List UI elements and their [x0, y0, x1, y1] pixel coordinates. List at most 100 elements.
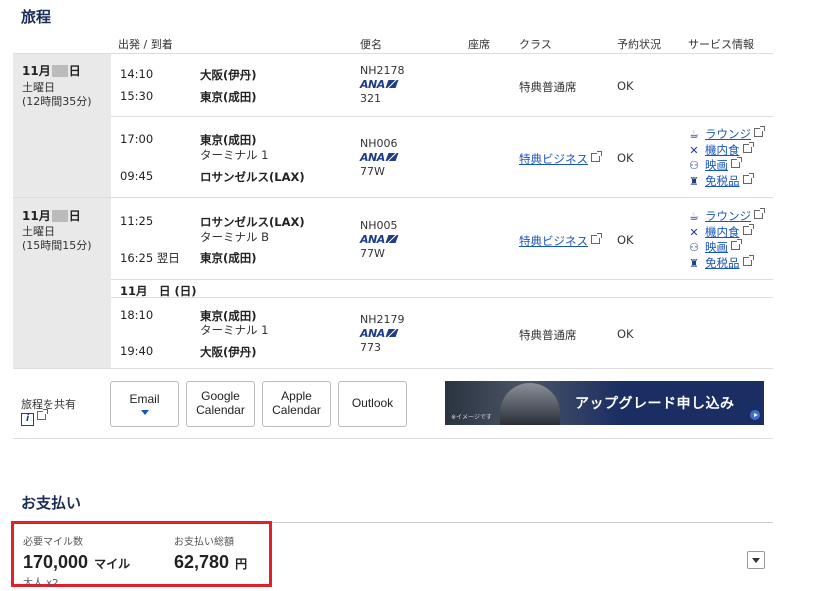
- header-flight: 便名: [360, 38, 382, 51]
- date-block-day1: 11月日 土曜日 (12時間35分): [13, 54, 111, 197]
- arr-time: 15:30: [120, 89, 154, 103]
- passenger-count: 大人 x2: [23, 578, 59, 589]
- arr-place: ロサンゼルス(LAX): [200, 170, 305, 184]
- header-status: 予約状況: [617, 38, 661, 51]
- banner-note: ※イメージです: [451, 414, 492, 421]
- date-day-suffix: 日: [68, 209, 81, 223]
- dep-terminal: ターミナル 1: [200, 323, 269, 337]
- banner-text: アップグレード申し込み: [575, 396, 735, 412]
- lounge-icon: ☕: [689, 210, 699, 223]
- aircraft-type: 773: [360, 341, 381, 354]
- payment-expand-button[interactable]: [747, 551, 765, 569]
- upgrade-banner[interactable]: ※イメージです アップグレード申し込み: [445, 381, 764, 425]
- dep-place: 東京(成田): [200, 133, 257, 147]
- arr-time: 19:40: [120, 344, 154, 358]
- date-month: 11月: [22, 64, 51, 78]
- flight-number: NH006: [360, 137, 398, 150]
- google-calendar-button[interactable]: Google Calendar: [186, 381, 255, 427]
- status-label: OK: [617, 151, 634, 165]
- service-meal-link[interactable]: ✕ 機内食: [688, 142, 754, 158]
- header-class: クラス: [519, 38, 552, 51]
- header-seat: 座席: [468, 38, 490, 51]
- dep-terminal: ターミナル B: [200, 230, 270, 244]
- airline-logo-icon: ANA: [360, 327, 399, 340]
- external-link-icon: [754, 208, 765, 219]
- duration: (15時間15分): [22, 239, 92, 252]
- total-amount: 62,780 円: [174, 552, 248, 572]
- cutlery-icon: ✕: [689, 144, 699, 157]
- service-movie-link[interactable]: ⚇ 映画: [688, 239, 742, 255]
- cutlery-icon: ✕: [689, 226, 699, 239]
- bottle-icon: ♜: [689, 175, 699, 188]
- arr-time: 16:25 翌日: [120, 251, 180, 265]
- bottle-icon: ♜: [689, 257, 699, 270]
- dep-time: 11:25: [120, 214, 154, 228]
- aircraft-type: 321: [360, 92, 381, 105]
- dep-time: 17:00: [120, 132, 154, 146]
- email-button[interactable]: Email: [110, 381, 179, 427]
- external-link-icon: [731, 157, 742, 168]
- external-link-icon: [742, 142, 754, 153]
- itinerary-title: 旅程: [21, 8, 52, 26]
- service-dutyfree-link[interactable]: ♜ 免税品: [688, 173, 754, 189]
- duration: (12時間35分): [22, 95, 92, 108]
- film-reel-icon: ⚇: [689, 159, 699, 172]
- date-day-suffix: 日: [68, 64, 81, 78]
- payment-summary-highlight: 必要マイル数 170,000 マイル 大人 x2 お支払い総額 62,780 円: [11, 521, 272, 589]
- external-link-icon: [731, 239, 742, 250]
- class-link[interactable]: 特典ビジネス: [519, 151, 602, 167]
- date-month: 11月: [22, 209, 51, 223]
- arr-place: 東京(成田): [200, 90, 257, 104]
- service-lounge-link[interactable]: ☕ ラウンジ: [688, 126, 765, 142]
- share-label: 旅程を共有: [21, 398, 76, 411]
- google-calendar-label-line1: Google: [201, 389, 240, 404]
- miles-amount: 170,000 マイル: [23, 552, 131, 572]
- miles-label: 必要マイル数: [23, 537, 83, 548]
- external-link-icon: [742, 224, 754, 235]
- class-link[interactable]: 特典ビジネス: [519, 233, 602, 249]
- info-icon: i: [21, 413, 34, 426]
- airline-logo-icon: ANA: [360, 151, 399, 164]
- dep-place: 大阪(伊丹): [200, 68, 257, 82]
- status-label: OK: [617, 327, 634, 341]
- film-reel-icon: ⚇: [689, 241, 699, 254]
- airline-logo-icon: ANA: [360, 78, 399, 91]
- class-label: 特典普通席: [519, 80, 577, 94]
- apple-calendar-label-line2: Calendar: [272, 403, 321, 417]
- service-lounge-link[interactable]: ☕ ラウンジ: [688, 208, 765, 224]
- header-depart-arrive: 出発 / 到着: [118, 38, 173, 51]
- status-label: OK: [617, 79, 634, 93]
- date-block-day2: 11月日 土曜日 (15時間15分): [13, 198, 111, 368]
- arr-place: 大阪(伊丹): [200, 345, 257, 359]
- service-movie-link[interactable]: ⚇ 映画: [688, 157, 742, 173]
- passenger-image: [500, 383, 560, 425]
- chevron-down-icon: [140, 410, 149, 416]
- dep-place: ロサンゼルス(LAX): [200, 215, 305, 229]
- apple-calendar-button[interactable]: Apple Calendar: [262, 381, 331, 427]
- external-link-icon: [742, 173, 754, 184]
- dep-terminal: ターミナル 1: [200, 148, 269, 162]
- flight-number: NH2179: [360, 313, 405, 326]
- external-link-icon: [37, 409, 48, 420]
- external-link-icon: [591, 233, 602, 244]
- google-calendar-label-line2: Calendar: [196, 403, 245, 417]
- arr-place: 東京(成田): [200, 251, 257, 265]
- arrow-right-icon: [750, 410, 760, 420]
- dep-time: 14:10: [120, 67, 154, 81]
- service-meal-link[interactable]: ✕ 機内食: [688, 224, 754, 240]
- external-link-icon: [742, 255, 754, 266]
- status-label: OK: [617, 233, 634, 247]
- total-label: お支払い総額: [174, 537, 234, 548]
- lounge-icon: ☕: [689, 128, 699, 141]
- email-button-label: Email: [129, 391, 160, 406]
- arr-time: 09:45: [120, 169, 154, 183]
- airline-logo-icon: ANA: [360, 233, 399, 246]
- flight-number: NH005: [360, 219, 398, 232]
- share-info[interactable]: i: [21, 409, 48, 426]
- aircraft-type: 77W: [360, 165, 385, 178]
- external-link-icon: [754, 126, 765, 137]
- service-dutyfree-link[interactable]: ♜ 免税品: [688, 255, 754, 271]
- flight-number: NH2178: [360, 64, 405, 77]
- outlook-button[interactable]: Outlook: [338, 381, 407, 427]
- header-services: サービス情報: [688, 38, 754, 51]
